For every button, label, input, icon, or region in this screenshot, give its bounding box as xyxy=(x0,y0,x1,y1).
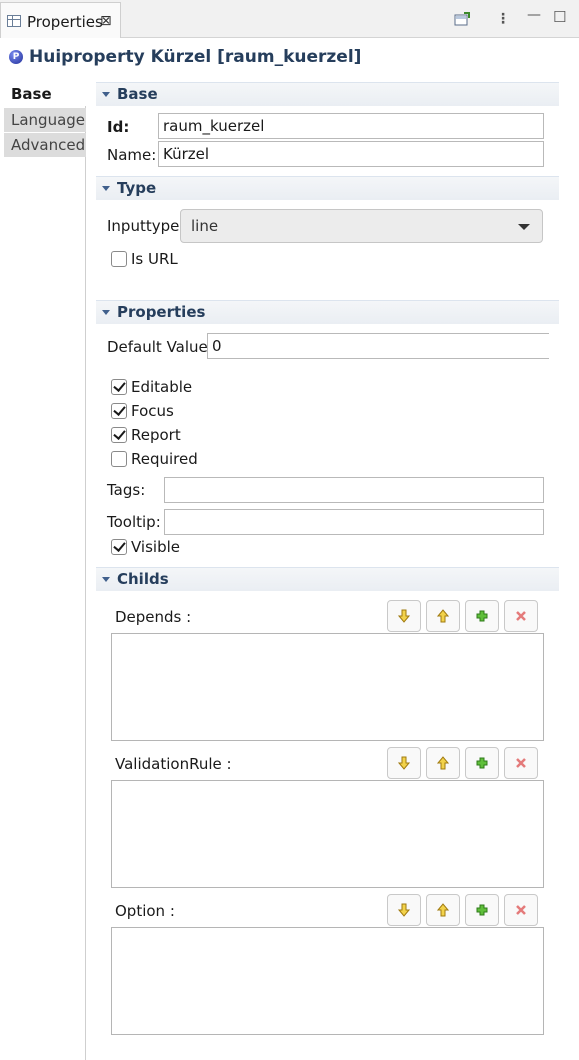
id-label: Id: xyxy=(107,118,130,136)
view-tab-label: Properties xyxy=(27,13,103,31)
delete-icon xyxy=(516,611,526,621)
property-icon: P xyxy=(9,50,23,64)
maximize-icon[interactable]: ☐ xyxy=(553,10,566,25)
section-title: Properties xyxy=(117,303,206,321)
tooltip-label: Tooltip: xyxy=(107,513,161,531)
properties-view-icon xyxy=(7,15,21,27)
plus-icon xyxy=(476,904,488,916)
move-down-button[interactable] xyxy=(387,600,421,632)
id-field[interactable]: raum_kuerzel xyxy=(158,113,544,139)
focus-label: Focus xyxy=(131,402,174,420)
remove-button[interactable] xyxy=(504,747,538,779)
tags-field[interactable] xyxy=(164,477,544,503)
add-button[interactable] xyxy=(465,894,499,926)
collapse-caret-icon xyxy=(102,186,110,191)
report-checkbox[interactable] xyxy=(111,427,127,443)
arrow-up-icon xyxy=(437,609,449,623)
option-list[interactable] xyxy=(111,927,544,1035)
pin-to-selection-icon[interactable] xyxy=(454,12,470,29)
arrow-down-icon xyxy=(398,903,410,917)
depends-list[interactable] xyxy=(111,633,544,741)
is-url-checkbox[interactable] xyxy=(111,251,127,267)
arrow-down-icon xyxy=(398,609,410,623)
move-up-button[interactable] xyxy=(426,747,460,779)
focus-checkbox[interactable] xyxy=(111,403,127,419)
name-field[interactable]: Kürzel xyxy=(158,141,544,167)
visible-checkbox[interactable] xyxy=(111,539,127,555)
page-title: Huiproperty Kürzel [raum_kuerzel] xyxy=(29,47,362,67)
default-value-label: Default Value: xyxy=(107,338,213,356)
minimize-icon[interactable]: — xyxy=(527,8,541,22)
collapse-caret-icon xyxy=(102,92,110,97)
name-label: Name: xyxy=(107,146,157,164)
visible-label: Visible xyxy=(131,538,180,556)
collapse-caret-icon xyxy=(102,310,110,315)
remove-button[interactable] xyxy=(504,600,538,632)
chevron-down-icon xyxy=(518,224,530,230)
validation-rule-list[interactable] xyxy=(111,780,544,888)
tooltip-field[interactable] xyxy=(164,509,544,535)
arrow-up-icon xyxy=(437,756,449,770)
add-button[interactable] xyxy=(465,747,499,779)
delete-icon xyxy=(516,905,526,915)
arrow-up-icon xyxy=(437,903,449,917)
editable-label: Editable xyxy=(131,378,193,396)
arrow-down-icon xyxy=(398,756,410,770)
collapse-caret-icon xyxy=(102,577,110,582)
remove-button[interactable] xyxy=(504,894,538,926)
required-label: Required xyxy=(131,450,198,468)
section-base[interactable]: Base xyxy=(96,82,559,106)
section-title: Childs xyxy=(117,570,169,588)
page-title-bar: P Huiproperty Kürzel [raum_kuerzel] xyxy=(0,38,579,76)
properties-view-tab[interactable]: Properties ⊠ xyxy=(0,2,121,38)
section-properties[interactable]: Properties xyxy=(96,300,559,324)
inputtype-label: Inputtype: xyxy=(107,217,185,235)
tab-advanced[interactable]: Advanced xyxy=(4,133,86,157)
required-checkbox[interactable] xyxy=(111,451,127,467)
delete-icon xyxy=(516,758,526,768)
plus-icon xyxy=(476,757,488,769)
editable-checkbox[interactable] xyxy=(111,379,127,395)
tab-language[interactable]: Language xyxy=(4,108,86,132)
default-value-field[interactable]: 0 xyxy=(207,333,549,359)
option-label: Option : xyxy=(115,902,175,920)
is-url-label: Is URL xyxy=(131,250,178,268)
move-down-button[interactable] xyxy=(387,747,421,779)
left-tab-strip: Base Language Advanced xyxy=(0,82,86,1060)
move-up-button[interactable] xyxy=(426,894,460,926)
report-label: Report xyxy=(131,426,181,444)
validation-rule-label: ValidationRule : xyxy=(115,755,232,773)
plus-icon xyxy=(476,610,488,622)
section-title: Type xyxy=(117,179,157,197)
inputtype-value: line xyxy=(191,217,219,235)
move-down-button[interactable] xyxy=(387,894,421,926)
view-tab-bar: Properties ⊠ ⋮ — ☐ xyxy=(0,0,579,38)
section-type[interactable]: Type xyxy=(96,176,559,200)
section-childs[interactable]: Childs xyxy=(96,567,559,591)
tab-base[interactable]: Base xyxy=(4,82,86,106)
add-button[interactable] xyxy=(465,600,499,632)
inputtype-select[interactable]: line xyxy=(180,209,543,243)
close-icon[interactable]: ⊠ xyxy=(100,13,112,29)
section-title: Base xyxy=(117,85,158,103)
move-up-button[interactable] xyxy=(426,600,460,632)
depends-label: Depends : xyxy=(115,608,192,626)
view-menu-icon[interactable]: ⋮ xyxy=(496,12,510,26)
tags-label: Tags: xyxy=(107,481,146,499)
